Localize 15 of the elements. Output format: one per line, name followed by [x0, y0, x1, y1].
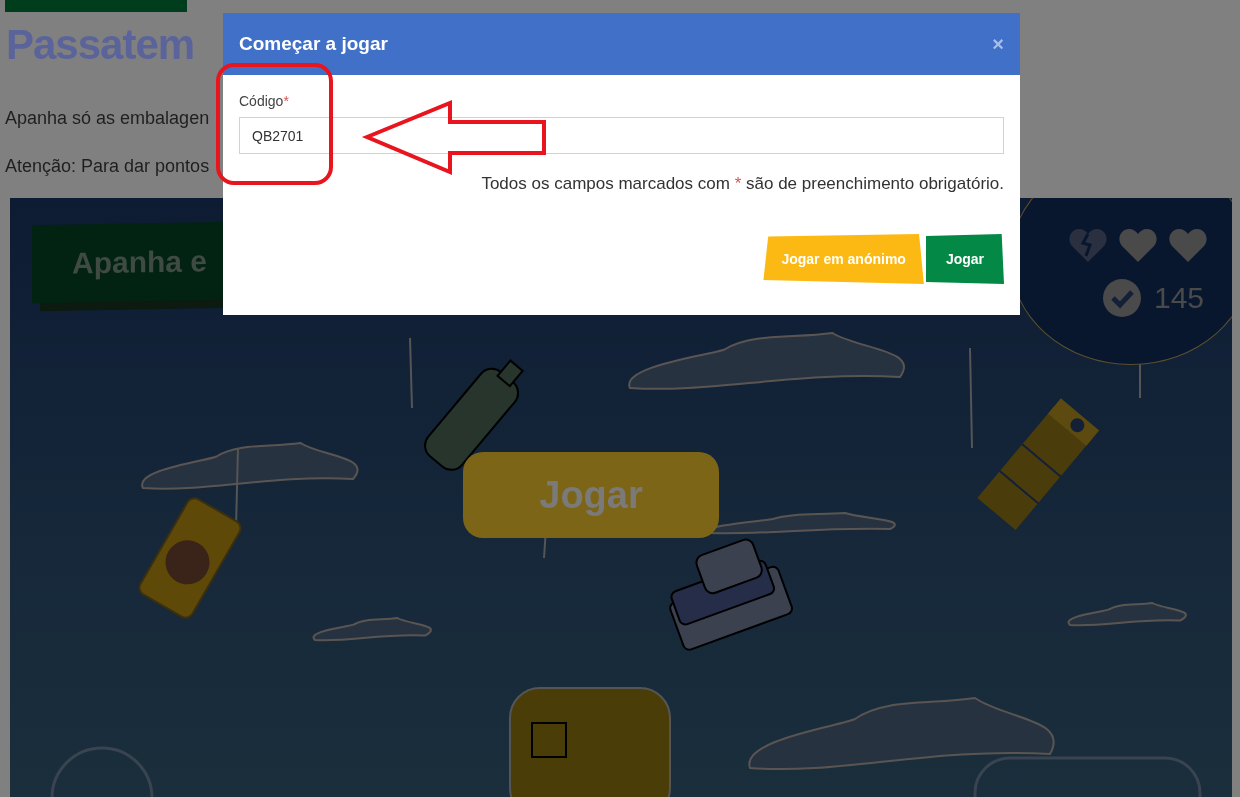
- paragraph: Apanha só as embalagen: [5, 107, 210, 130]
- score: 145: [1154, 281, 1205, 315]
- banner-text: Apanha e: [72, 244, 208, 281]
- paragraph: Atenção: Para dar pontos: [5, 155, 210, 178]
- check-icon: [1102, 278, 1142, 318]
- required-note: Todos os campos marcados com * são de preenchimento obrigatório.: [481, 174, 1004, 194]
- play-button[interactable]: Jogar: [925, 234, 1004, 284]
- close-button[interactable]: ×: [992, 32, 1004, 56]
- dialog-title: Começar a jogar: [239, 33, 388, 55]
- play-button[interactable]: Jogar: [463, 452, 719, 538]
- anonymous-play-button[interactable]: Jogar em anónimo: [763, 234, 924, 284]
- control-pad[interactable]: [973, 756, 1202, 797]
- code-input[interactable]: QB2701: [239, 117, 1004, 154]
- field-label: Código*: [239, 93, 290, 109]
- control-ring[interactable]: [50, 746, 154, 797]
